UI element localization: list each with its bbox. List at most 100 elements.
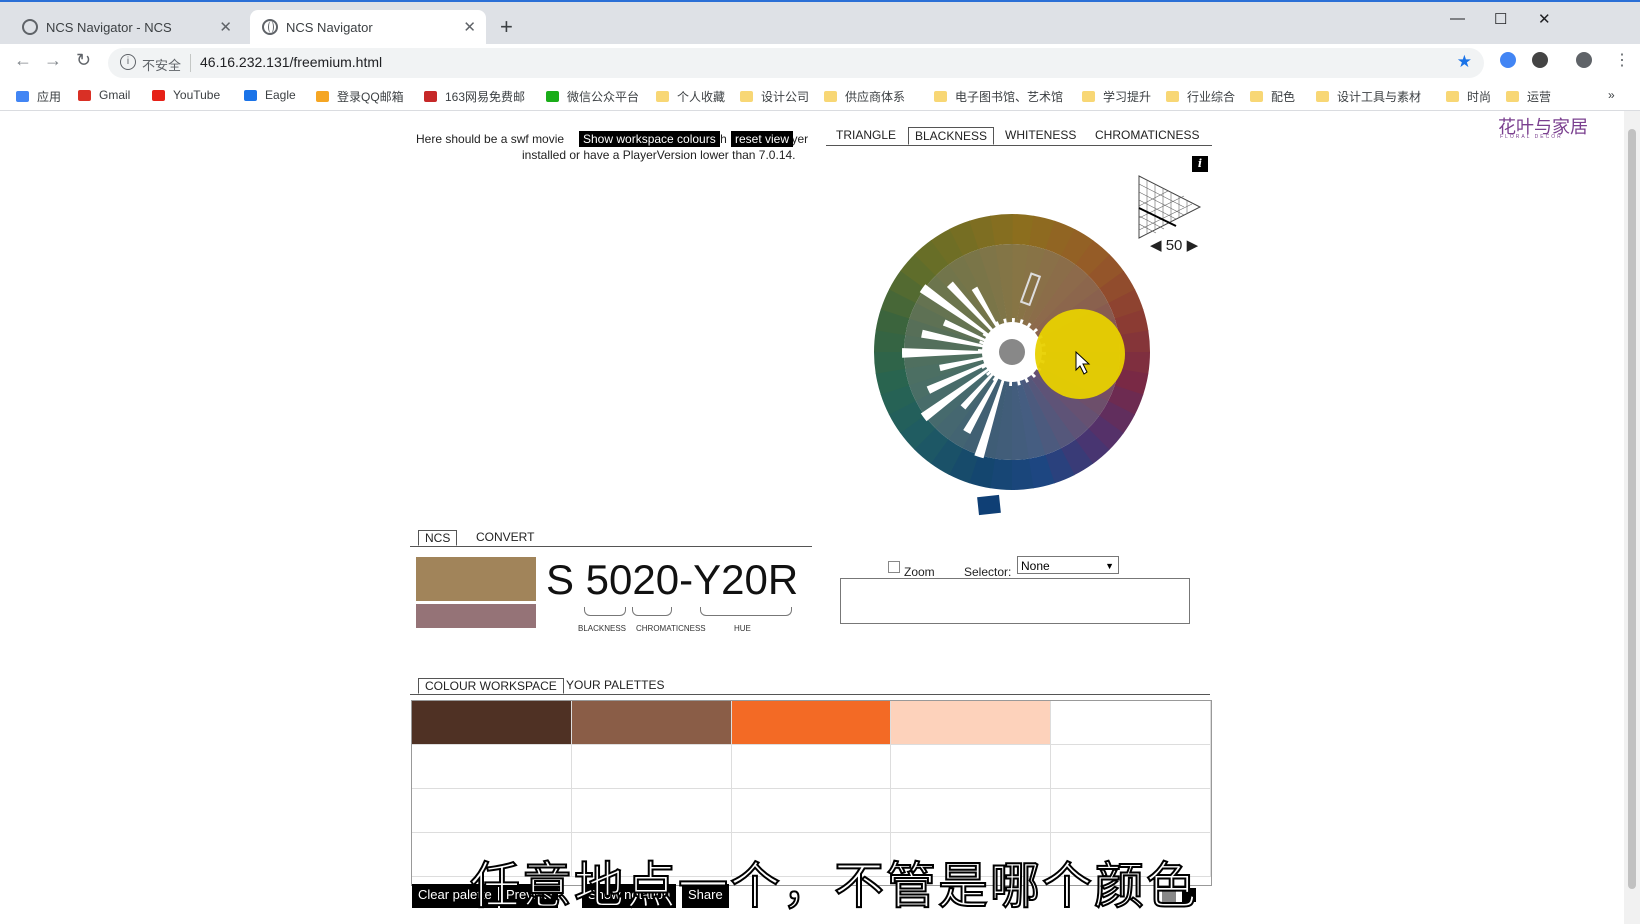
bookmark-label: 供应商体系 [845, 90, 906, 104]
divider [190, 54, 191, 72]
bookmark-item[interactable]: 配色 [1250, 88, 1295, 105]
ncs-favicon-icon [22, 19, 38, 35]
qq-mail-icon [316, 91, 329, 102]
folder-icon [656, 91, 669, 102]
tab-whiteness[interactable]: WHITENESS [999, 127, 1082, 143]
bookmark-item[interactable]: 运营 [1506, 88, 1551, 105]
bookmarks-overflow-icon[interactable]: » [1608, 88, 1615, 102]
workspace-cell[interactable] [1051, 701, 1211, 745]
reset-view-button[interactable]: reset view [731, 131, 794, 147]
selected-hue-tab[interactable] [977, 494, 1001, 516]
workspace-cell[interactable] [731, 701, 892, 745]
bookmark-item[interactable]: 时尚 [1446, 88, 1491, 105]
163-mail-icon [424, 91, 437, 102]
info-icon[interactable]: i [120, 54, 136, 70]
bookmark-item[interactable]: 行业综合 [1166, 88, 1235, 105]
security-label: 不安全 [142, 58, 182, 73]
bookmark-star-icon[interactable]: ★ [1457, 52, 1472, 72]
next-arrow-icon[interactable]: ▶ [1187, 237, 1199, 254]
bookmark-item[interactable]: YouTube [152, 88, 220, 102]
folder-icon [1506, 91, 1519, 102]
extension-icon[interactable] [1500, 52, 1516, 68]
tab-close-icon[interactable]: ✕ [463, 18, 476, 36]
workspace-tabs: COLOUR WORKSPACE YOUR PALETTES [410, 678, 1210, 695]
workspace-cell[interactable] [571, 789, 732, 833]
tab-ncs[interactable]: NCS [418, 530, 458, 546]
bookmark-item[interactable]: 个人收藏 [656, 88, 725, 105]
workspace-cell[interactable] [571, 701, 732, 745]
youtube-icon [152, 89, 165, 101]
info-button[interactable]: i [1192, 156, 1208, 172]
workspace-cell[interactable] [1051, 789, 1211, 833]
workspace-cell[interactable] [891, 745, 1052, 789]
scrollbar-thumb[interactable] [1628, 129, 1636, 889]
tab-colour-workspace[interactable]: COLOUR WORKSPACE [418, 678, 564, 694]
tab-convert[interactable]: CONVERT [470, 530, 540, 544]
browser-tab-1[interactable]: NCS Navigator - NCS ✕ [10, 10, 242, 44]
browser-tab-2[interactable]: NCS Navigator ✕ [250, 10, 486, 44]
workspace-cell[interactable] [891, 701, 1052, 745]
folder-icon [1166, 91, 1179, 102]
maximize-button[interactable]: ☐ [1494, 10, 1507, 28]
bookmark-item[interactable]: 163网易免费邮 [424, 88, 525, 105]
workspace-cell[interactable] [1051, 745, 1211, 789]
page-scrollbar[interactable] [1624, 111, 1640, 924]
workspace-cell[interactable] [731, 745, 892, 789]
menu-kebab-icon[interactable]: ⋮ [1614, 50, 1630, 70]
bookmark-label: 时尚 [1467, 90, 1492, 104]
globe-favicon-icon [262, 19, 278, 35]
workspace-cell[interactable] [412, 745, 572, 789]
centre-grey-dot[interactable] [999, 339, 1025, 365]
tab-triangle[interactable]: TRIANGLE [830, 127, 902, 143]
cursor-highlight [1035, 309, 1125, 399]
inner-spoke [1012, 318, 1015, 333]
tab-chromaticness[interactable]: CHROMATICNESS [1089, 127, 1205, 143]
browser-toolbar: ← → ↻ i 不安全 46.16.232.131/freemium.html … [0, 44, 1640, 82]
new-tab-button[interactable]: + [500, 14, 513, 40]
bookmark-item[interactable]: 设计工具与素材 [1316, 88, 1421, 105]
bookmark-label: 微信公众平台 [567, 90, 640, 104]
bookmarks-bar: 应用 Gmail YouTube Eagle 登录QQ邮箱 163网易免费邮 微信公众平台 个… [0, 82, 1640, 111]
wechat-icon [546, 91, 559, 102]
show-workspace-colours-button[interactable]: Show workspace colours [579, 131, 720, 147]
tab-bar: NCS Navigator - NCS ✕ NCS Navigator ✕ + … [0, 2, 1640, 44]
evernote-extension-icon[interactable] [1532, 52, 1548, 68]
workspace-cell[interactable] [731, 789, 892, 833]
bookmark-label: 运营 [1527, 90, 1552, 104]
workspace-cell[interactable] [412, 789, 572, 833]
back-icon[interactable]: ← [14, 50, 32, 71]
bookmark-item[interactable]: 应用 [16, 88, 61, 105]
zoom-checkbox[interactable] [888, 561, 900, 573]
address-bar[interactable]: i 不安全 46.16.232.131/freemium.html ★ [108, 48, 1484, 78]
ncs-notation: S 5020-Y20R [546, 556, 799, 603]
blackness-level-value: 50 [1165, 237, 1183, 254]
ncs-colour-circle[interactable] [866, 206, 1166, 516]
reload-icon[interactable]: ↻ [76, 50, 91, 71]
tab-close-icon[interactable]: ✕ [219, 18, 232, 36]
bookmark-item[interactable]: 学习提升 [1082, 88, 1151, 105]
minimize-button[interactable]: — [1450, 10, 1465, 27]
workspace-cell[interactable] [891, 789, 1052, 833]
tab-blackness[interactable]: BLACKNESS [908, 127, 995, 145]
bookmark-item[interactable]: 设计公司 [740, 88, 809, 105]
inner-spoke [1009, 371, 1012, 386]
view-tabs: TRIANGLE BLACKNESS WHITENESS CHROMATICNE… [826, 127, 1212, 146]
bookmark-item[interactable]: Gmail [78, 88, 130, 102]
selector-dropdown[interactable]: None ▼ [1017, 556, 1119, 574]
bookmark-label: 个人收藏 [677, 90, 726, 104]
profile-avatar-icon[interactable] [1576, 52, 1592, 68]
bookmark-item[interactable]: 微信公众平台 [546, 88, 639, 105]
bookmark-item[interactable]: Eagle [244, 88, 296, 102]
workspace-cell[interactable] [571, 745, 732, 789]
workspace-cell[interactable] [412, 701, 572, 745]
window-close-button[interactable]: ✕ [1538, 10, 1551, 28]
eagle-icon [244, 89, 257, 101]
bookmark-label: 电子图书馆、艺术馆 [955, 90, 1064, 104]
tab-your-palettes[interactable]: YOUR PALETTES [560, 678, 670, 692]
forward-icon[interactable]: → [44, 50, 62, 71]
url-text[interactable]: 46.16.232.131/freemium.html [200, 54, 382, 70]
folder-icon [740, 91, 753, 102]
bookmark-item[interactable]: 登录QQ邮箱 [316, 88, 404, 105]
bookmark-item[interactable]: 电子图书馆、艺术馆 [934, 88, 1063, 105]
bookmark-item[interactable]: 供应商体系 [824, 88, 905, 105]
